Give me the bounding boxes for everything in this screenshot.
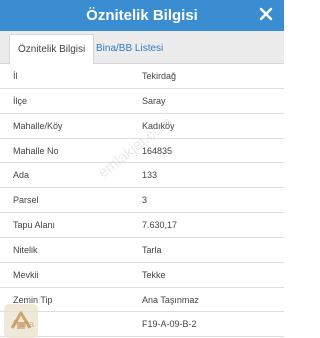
close-icon[interactable] <box>258 6 274 22</box>
table-row: Mevkii Tekke <box>0 263 284 288</box>
row-key: İlçe <box>13 95 28 106</box>
tab-bar: Öznitelik Bilgisi Bina/BB Listesi <box>0 31 284 64</box>
row-key: Tapu Alanı <box>13 220 56 231</box>
table-row: PaftaF19-A-09-B-2 <box>0 312 284 338</box>
row-value: 7.630,17 <box>142 220 178 231</box>
modal-title: Öznitelik Bilgisi <box>86 7 198 24</box>
row-value: 164835 <box>142 145 173 156</box>
table-row: Nitelik Tarla <box>0 238 284 263</box>
modal-header: Öznitelik Bilgisi <box>0 0 284 31</box>
row-value: F19-A-09-B-2 <box>142 319 197 330</box>
row-value: Ana Taşınmaz <box>142 294 199 305</box>
row-key: Mahalle No <box>13 145 59 156</box>
row-key: Nitelik <box>13 244 38 255</box>
table-row: Zemin Tip Ana Taşınmaz <box>0 288 284 313</box>
row-key: Parsel <box>13 195 39 206</box>
attribute-info-modal: Öznitelik Bilgisi Öznitelik Bilgisi Bina… <box>0 0 284 338</box>
table-row: Tapu Alanı 7.630,17 <box>0 213 284 238</box>
table-row: Mahalle/Köy Kadıköy <box>0 114 284 139</box>
table-row: Mahalle No 164835 <box>0 139 284 164</box>
tab-building-list[interactable]: Bina/BB Listesi <box>88 34 171 64</box>
row-value: 3 <box>142 195 148 206</box>
attribute-table: İl Tekirdağ İlçe Saray Mahalle/Köy Kadıköy … <box>0 64 284 338</box>
table-row: İl Tekirdağ <box>0 64 284 89</box>
row-key: Ada <box>13 170 30 181</box>
row-value: Kadıköy <box>142 120 175 131</box>
row-value: 133 <box>142 170 158 181</box>
table-row: Ada 133 <box>0 163 284 189</box>
row-key: Mevkii <box>13 269 39 280</box>
row-key: Mahalle/Köy <box>13 120 63 131</box>
table-row: İlçe Saray <box>0 89 284 114</box>
row-value: Tarla <box>142 244 162 255</box>
table-row: Parsel 3 <box>0 188 284 214</box>
row-value: Tekke <box>142 269 166 280</box>
row-value: Tekirdağ <box>142 71 177 81</box>
watermark-logo-icon <box>4 304 38 338</box>
row-value: Saray <box>142 95 166 106</box>
row-key: İl <box>13 71 18 81</box>
tab-attribute-info[interactable]: Öznitelik Bilgisi <box>9 34 95 64</box>
